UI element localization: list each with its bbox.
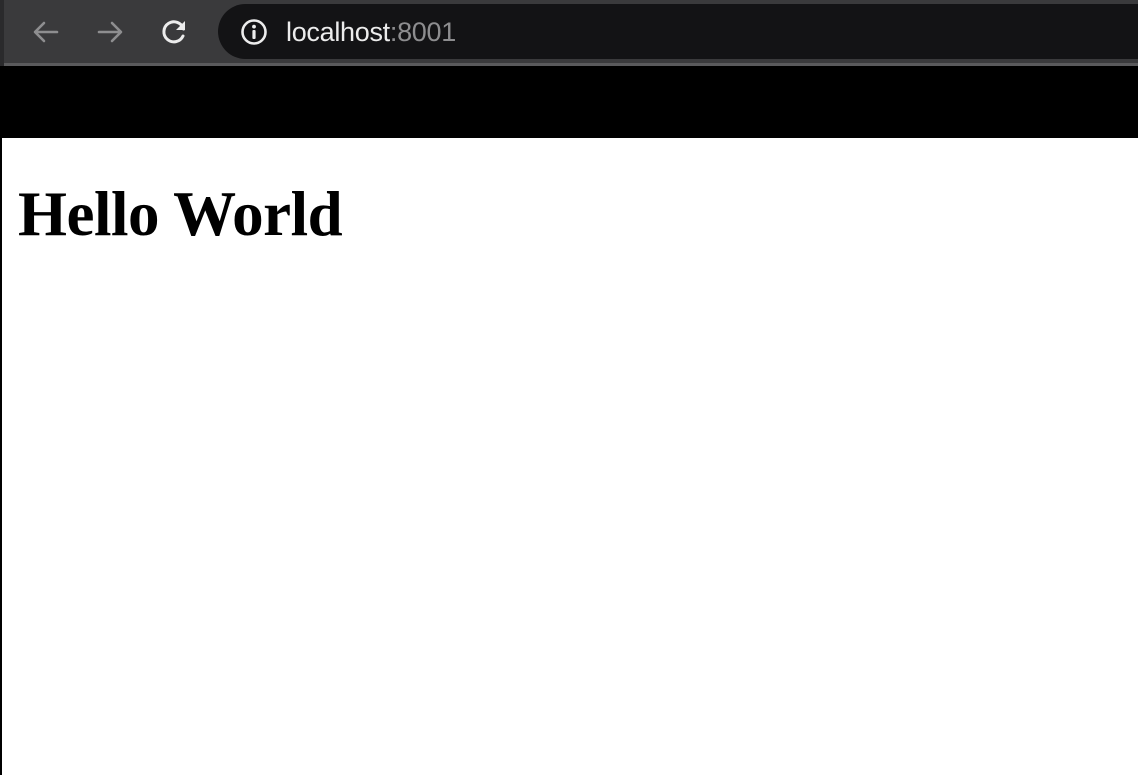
url-port: :8001 [389, 17, 456, 47]
url-host: localhost [286, 17, 390, 47]
browser-toolbar: localhost:8001 [0, 0, 1138, 66]
info-circle-icon[interactable] [240, 18, 268, 46]
forward-button[interactable] [92, 14, 128, 50]
page-header-bar [0, 66, 1138, 138]
arrow-left-icon [33, 21, 59, 43]
page-title: Hello World [18, 179, 343, 249]
back-button[interactable] [28, 14, 64, 50]
address-bar[interactable]: localhost:8001 [218, 4, 1138, 59]
page-content: Hello World [2, 138, 1138, 775]
reload-icon [162, 20, 185, 44]
reload-button[interactable] [156, 14, 192, 50]
arrow-right-icon [97, 21, 123, 43]
window-edge [0, 0, 4, 66]
url-text[interactable]: localhost:8001 [286, 15, 456, 49]
